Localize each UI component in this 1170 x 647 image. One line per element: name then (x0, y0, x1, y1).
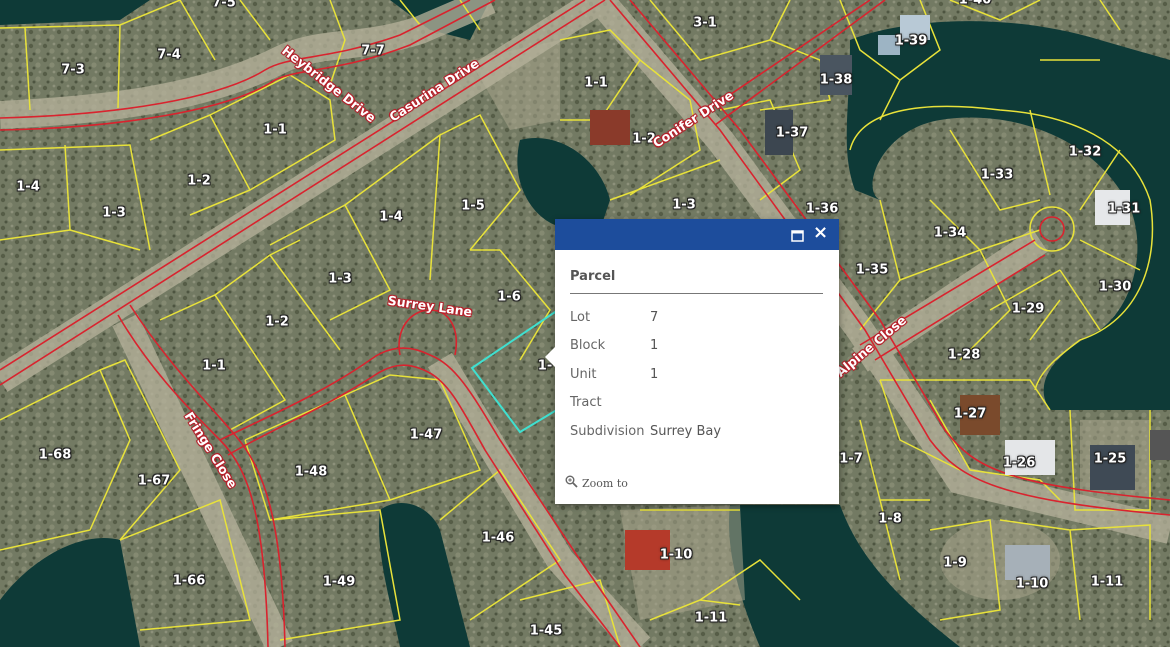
maximize-icon[interactable] (791, 227, 805, 242)
attribute-key: Unit (570, 366, 597, 382)
parcel-label: 1-36 (805, 201, 839, 217)
parcel-label: 1-11 (694, 610, 728, 626)
popup-pointer (545, 347, 555, 367)
popup-title: Parcel (570, 269, 616, 284)
attribute-value: 7 (650, 309, 659, 325)
popup-header: × (555, 219, 839, 250)
attribute-value: 1 (650, 366, 659, 382)
map-view[interactable]: 7-5 7-3 7-4 7-7 3-1 1-40 1-39 1-38 1-1 1… (0, 0, 1170, 647)
parcel-label: 1-3 (328, 271, 352, 287)
attribute-row: Block 1 (570, 332, 721, 361)
parcel-label: 1-29 (1011, 301, 1045, 317)
parcel-label: 1-10 (659, 547, 693, 563)
parcel-label: 1-2 (187, 173, 211, 189)
parcel-label: 7-7 (361, 43, 385, 59)
parcel-label: 1-31 (1107, 201, 1141, 217)
parcel-label: 1-4 (16, 179, 40, 195)
attribute-row: Tract (570, 389, 721, 418)
parcel-label: 1-7 (839, 451, 863, 467)
parcel-label: 1-47 (409, 427, 443, 443)
zoom-to-label: Zoom to (582, 476, 628, 490)
parcel-label: 1-30 (1098, 279, 1132, 295)
attribute-key: Subdivision (570, 423, 645, 439)
parcel-label: 1-11 (1090, 574, 1124, 590)
close-icon[interactable]: × (813, 224, 828, 242)
attribute-value (650, 389, 721, 418)
parcel-label: 1-38 (819, 72, 853, 88)
parcel-label: 1-34 (933, 225, 967, 241)
parcel-label: 1-35 (855, 262, 889, 278)
parcel-label: 1-8 (878, 511, 902, 527)
parcel-label: 1-45 (529, 623, 563, 639)
attribute-value: Surrey Bay (650, 423, 722, 439)
attribute-key: Block (570, 338, 606, 354)
parcel-label: 1-49 (322, 574, 356, 590)
parcel-label: 1-37 (775, 125, 809, 141)
parcel-label: 1-48 (294, 464, 328, 480)
parcel-label: 1-67 (137, 473, 171, 489)
magnifier-icon (565, 475, 578, 491)
attribute-table: Lot 7 Block 1 Unit 1 Tract Subdivision Surre… (570, 303, 721, 446)
parcel-label: 1-32 (1068, 144, 1102, 160)
popup-divider (570, 293, 823, 294)
parcel-label: 1-5 (461, 198, 485, 214)
parcel-label: 1-25 (1093, 451, 1127, 467)
parcel-label: 1-1 (584, 75, 608, 91)
parcel-label: 7-4 (157, 47, 181, 63)
parcel-label: 1-27 (953, 406, 987, 422)
parcel-label: 1-66 (172, 573, 206, 589)
parcel-label: 7-3 (61, 62, 85, 78)
parcel-label: 1-39 (894, 33, 928, 49)
parcel-label: 1-10 (1015, 576, 1049, 592)
parcel-label: 1-3 (672, 197, 696, 213)
parcel-label: 1-33 (980, 167, 1014, 183)
attribute-value: 1 (650, 338, 659, 354)
parcel-label: 1-3 (102, 205, 126, 221)
attribute-row: Subdivision Surrey Bay (570, 417, 721, 446)
attribute-key: Tract (570, 395, 602, 411)
parcel-label: 1-26 (1002, 455, 1036, 471)
attribute-row: Lot 7 (570, 303, 721, 332)
parcel-label: 1-46 (481, 530, 515, 546)
parcel-label: 1-28 (947, 347, 981, 363)
parcel-label: 1-1 (202, 358, 226, 374)
parcel-popup: × Parcel Lot 7 Block 1 Unit 1 Tract Subdivi… (545, 219, 839, 504)
zoom-to-link[interactable]: Zoom to (565, 475, 628, 491)
parcel-label: 1-2 (265, 314, 289, 330)
attribute-key: Lot (570, 309, 591, 325)
attribute-row: Unit 1 (570, 360, 721, 389)
parcel-label: 1-6 (497, 289, 521, 305)
parcel-label: 1-40 (958, 0, 992, 8)
parcel-label: 7-5 (212, 0, 236, 11)
parcel-label: 3-1 (693, 15, 717, 31)
parcel-label: 1-9 (943, 555, 967, 571)
parcel-label: 1-68 (38, 447, 72, 463)
parcel-label: 1-4 (379, 209, 403, 225)
parcel-label: 1-1 (263, 122, 287, 138)
